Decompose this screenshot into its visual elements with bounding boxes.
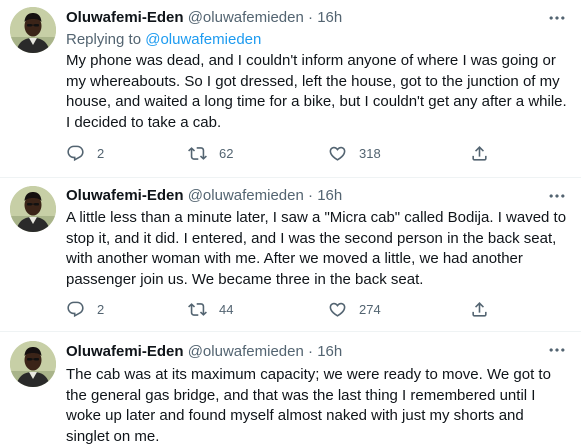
tweet-header: Oluwafemi-Eden @oluwafemieden · 16h xyxy=(66,8,342,28)
avatar[interactable] xyxy=(10,7,56,53)
retweet-count: 62 xyxy=(219,145,234,161)
author-handle[interactable]: @oluwafemieden xyxy=(188,187,304,204)
like-count: 274 xyxy=(359,301,381,317)
more-icon[interactable] xyxy=(547,340,567,360)
avatar-image xyxy=(10,186,56,232)
reply-count: 2 xyxy=(97,145,105,161)
tweet-header: Oluwafemi-Eden @oluwafemieden · 16h xyxy=(66,342,342,362)
reply-button[interactable]: 2 xyxy=(66,298,104,320)
share-button[interactable] xyxy=(470,142,489,164)
share-icon xyxy=(470,300,489,319)
tweet[interactable]: Oluwafemi-Eden @oluwafemieden · 16h A li… xyxy=(0,178,581,332)
avatar-image xyxy=(10,341,56,387)
reply-icon xyxy=(66,300,85,319)
tweet-actions: 2 62 318 xyxy=(66,142,506,164)
tweet[interactable]: Oluwafemi-Eden @oluwafemieden · 16h Repl… xyxy=(0,0,581,178)
timestamp[interactable]: 16h xyxy=(317,9,342,26)
reply-button[interactable]: 2 xyxy=(66,142,104,164)
separator: · xyxy=(308,343,314,360)
like-icon xyxy=(328,144,347,163)
author-name[interactable]: Oluwafemi-Eden xyxy=(66,9,184,26)
like-icon xyxy=(328,300,347,319)
tweet-text: My phone was dead, and I couldn't inform… xyxy=(66,52,567,131)
like-button[interactable]: 274 xyxy=(328,298,381,320)
more-icon[interactable] xyxy=(547,186,567,206)
author-name[interactable]: Oluwafemi-Eden xyxy=(66,343,184,360)
like-count: 318 xyxy=(359,145,381,161)
separator: · xyxy=(308,187,314,204)
tweet-text: A little less than a minute later, I saw… xyxy=(66,209,567,288)
tweet-actions: 2 44 274 xyxy=(66,298,506,320)
author-handle[interactable]: @oluwafemieden xyxy=(188,343,304,360)
retweet-button[interactable]: 44 xyxy=(188,298,233,320)
tweet-text: The cab was at its maximum capacity; we … xyxy=(66,366,551,445)
reply-count: 2 xyxy=(97,301,105,317)
avatar-image xyxy=(10,7,56,53)
tweet-header: Oluwafemi-Eden @oluwafemieden · 16h xyxy=(66,186,342,206)
share-button[interactable] xyxy=(470,298,489,320)
timestamp[interactable]: 16h xyxy=(317,343,342,360)
reply-icon xyxy=(66,144,85,163)
avatar[interactable] xyxy=(10,341,56,387)
timestamp[interactable]: 16h xyxy=(317,187,342,204)
retweet-icon xyxy=(188,300,207,319)
more-icon[interactable] xyxy=(547,8,567,28)
share-icon xyxy=(470,144,489,163)
replying-to: Replying to @oluwafemieden xyxy=(66,30,261,50)
like-button[interactable]: 318 xyxy=(328,142,381,164)
retweet-count: 44 xyxy=(219,301,234,317)
retweet-button[interactable]: 62 xyxy=(188,142,233,164)
author-name[interactable]: Oluwafemi-Eden xyxy=(66,187,184,204)
avatar[interactable] xyxy=(10,186,56,232)
retweet-icon xyxy=(188,144,207,163)
tweet[interactable]: Oluwafemi-Eden @oluwafemieden · 16h The … xyxy=(0,332,581,448)
replying-to-handle[interactable]: @oluwafemieden xyxy=(145,31,261,48)
author-handle[interactable]: @oluwafemieden xyxy=(188,9,304,26)
replying-to-label: Replying to xyxy=(66,31,142,48)
separator: · xyxy=(308,9,314,26)
